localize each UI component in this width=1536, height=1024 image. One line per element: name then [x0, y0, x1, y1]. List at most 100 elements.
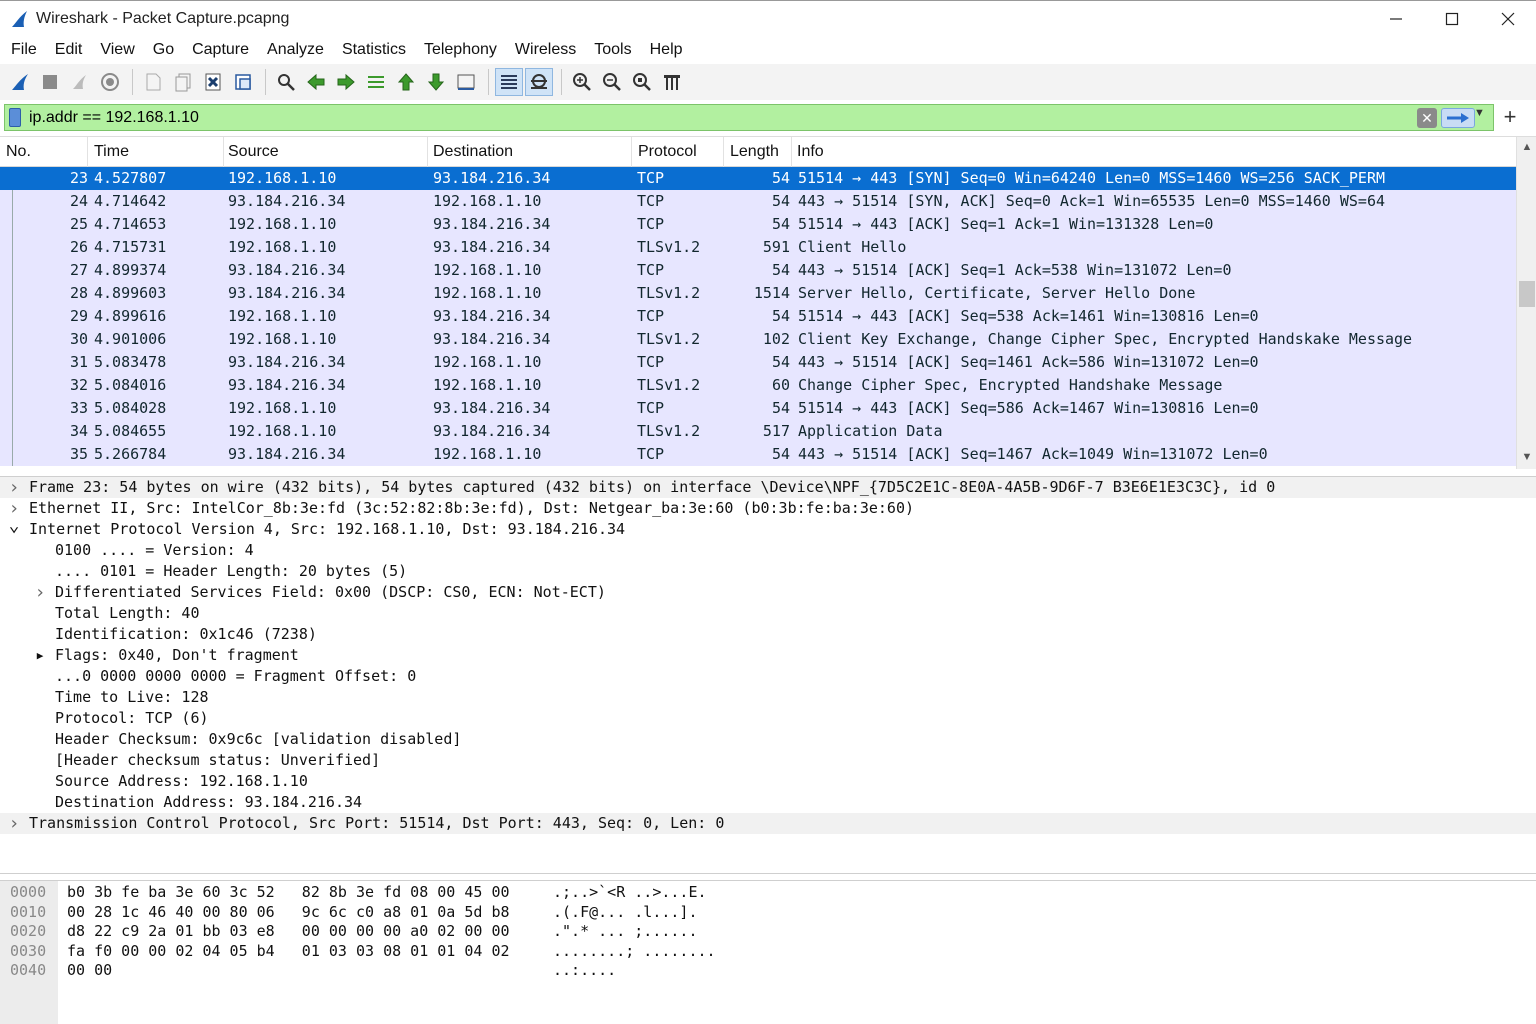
menu-go[interactable]: Go — [144, 37, 183, 63]
menu-analyze[interactable]: Analyze — [258, 37, 333, 63]
add-filter-button[interactable]: + — [1500, 104, 1520, 130]
menu-edit[interactable]: Edit — [46, 37, 92, 63]
scroll-down-icon[interactable]: ▼ — [1520, 451, 1534, 465]
open-file-icon[interactable] — [139, 68, 167, 96]
go-forward-icon[interactable] — [332, 68, 360, 96]
menu-capture[interactable]: Capture — [183, 37, 258, 63]
expand-arrow-icon[interactable]: ▶ — [33, 645, 47, 666]
packet-row[interactable]: 35 5.266784 93.184.216.34 192.168.1.10 TCP 54… — [0, 443, 1516, 466]
menu-telephony[interactable]: Telephony — [415, 37, 506, 63]
detail-tree-item[interactable]: ⌄ Internet Protocol Version 4, Src: 192.1… — [0, 515, 1536, 540]
column-header-no[interactable]: No. — [0, 137, 88, 167]
column-header-info[interactable]: Info — [791, 137, 1516, 167]
detail-tree-item[interactable]: Total Length: 40 — [0, 603, 1536, 624]
column-header-time[interactable]: Time — [88, 137, 224, 167]
restart-capture-icon[interactable] — [66, 68, 94, 96]
cell-info: 51514 → 443 [ACK] Seq=586 Ack=1467 Win=1… — [798, 399, 1259, 417]
byte-hex: 00 00 — [67, 961, 113, 979]
column-header-length[interactable]: Length — [724, 137, 792, 167]
menu-help[interactable]: Help — [641, 37, 692, 63]
detail-tree-item[interactable]: ▶ Flags: 0x40, Don't fragment — [0, 645, 1536, 666]
column-header-destination[interactable]: Destination — [427, 137, 632, 167]
cell-time: 5.084028 — [94, 399, 167, 417]
detail-tree-item[interactable]: 0100 .... = Version: 4 — [0, 540, 1536, 561]
detail-tree-item[interactable]: › Transmission Control Protocol, Src Port… — [0, 813, 1536, 834]
bytes-row[interactable]: 0010 00 28 1c 46 40 00 80 06 9c 6c c0 a8 … — [0, 902, 1000, 922]
menu-statistics[interactable]: Statistics — [333, 37, 415, 63]
packet-row[interactable]: 34 5.084655 192.168.1.10 93.184.216.34 TLSv1… — [0, 420, 1516, 443]
filter-bookmark-icon[interactable] — [9, 108, 21, 127]
bytes-row[interactable]: 0040 00 00..:.... — [0, 960, 1000, 980]
stop-capture-icon[interactable] — [36, 68, 64, 96]
resize-columns-icon[interactable] — [658, 68, 686, 96]
cell-time: 4.899374 — [94, 261, 167, 279]
zoom-normal-icon[interactable] — [628, 68, 656, 96]
detail-tree-item[interactable]: Identification: 0x1c46 (7238) — [0, 624, 1536, 645]
detail-tree-item[interactable]: › Ethernet II, Src: IntelCor_8b:3e:fd (3c… — [0, 498, 1536, 519]
detail-tree-item[interactable]: › Differentiated Services Field: 0x00 (DS… — [0, 582, 1536, 603]
go-back-icon[interactable] — [302, 68, 330, 96]
column-header-source[interactable]: Source — [222, 137, 428, 167]
zoom-in-icon[interactable] — [568, 68, 596, 96]
packet-row[interactable]: 29 4.899616 192.168.1.10 93.184.216.34 TCP 54… — [0, 305, 1516, 328]
clear-filter-icon[interactable]: ✕ — [1417, 108, 1437, 128]
scroll-up-icon[interactable]: ▲ — [1520, 141, 1534, 155]
capture-options-icon[interactable] — [96, 68, 124, 96]
detail-tree-item[interactable]: Protocol: TCP (6) — [0, 708, 1536, 729]
detail-tree-item[interactable]: [Header checksum status: Unverified] — [0, 750, 1536, 771]
packet-row[interactable]: 32 5.084016 93.184.216.34 192.168.1.10 TLSv1… — [0, 374, 1516, 397]
colorize-icon[interactable] — [495, 68, 523, 96]
packet-row[interactable]: 30 4.901006 192.168.1.10 93.184.216.34 TLSv1… — [0, 328, 1516, 351]
collapse-arrow-icon[interactable]: ⌄ — [7, 515, 21, 536]
detail-tree-item[interactable]: ...0 0000 0000 0000 = Fragment Offset: 0 — [0, 666, 1536, 687]
detail-tree-item[interactable]: .... 0101 = Header Length: 20 bytes (5) — [0, 561, 1536, 582]
packet-row[interactable]: 25 4.714653 192.168.1.10 93.184.216.34 TCP 54… — [0, 213, 1516, 236]
packet-row[interactable]: 23 4.527807 192.168.1.10 93.184.216.34 TCP 54… — [0, 167, 1516, 190]
auto-resize-icon[interactable] — [525, 68, 553, 96]
expand-arrow-icon[interactable]: › — [7, 813, 21, 834]
packet-row[interactable]: 31 5.083478 93.184.216.34 192.168.1.10 TCP 54… — [0, 351, 1516, 374]
detail-tree-item[interactable]: Header Checksum: 0x9c6c [validation disa… — [0, 729, 1536, 750]
zoom-out-icon[interactable] — [598, 68, 626, 96]
menu-wireless[interactable]: Wireless — [506, 37, 585, 63]
column-header-protocol[interactable]: Protocol — [632, 137, 724, 167]
go-to-packet-icon[interactable] — [362, 68, 390, 96]
apply-filter-icon[interactable] — [1441, 108, 1475, 128]
go-first-icon[interactable] — [392, 68, 420, 96]
detail-tree-item[interactable]: › Frame 23: 54 bytes on wire (432 bits), … — [0, 477, 1536, 498]
menu-tools[interactable]: Tools — [585, 37, 640, 63]
expand-arrow-icon[interactable]: › — [7, 477, 21, 498]
save-file-icon[interactable] — [169, 68, 197, 96]
packet-row[interactable]: 27 4.899374 93.184.216.34 192.168.1.10 TCP 54… — [0, 259, 1516, 282]
cell-source: 192.168.1.10 — [228, 307, 337, 325]
packet-row[interactable]: 33 5.084028 192.168.1.10 93.184.216.34 TCP 54… — [0, 397, 1516, 420]
start-capture-icon[interactable] — [6, 68, 34, 96]
detail-text: Time to Live: 128 — [55, 688, 209, 706]
close-file-icon[interactable] — [199, 68, 227, 96]
expand-arrow-icon[interactable]: › — [33, 582, 47, 603]
packet-row[interactable]: 24 4.714642 93.184.216.34 192.168.1.10 TCP 54… — [0, 190, 1516, 213]
find-packet-icon[interactable] — [272, 68, 300, 96]
packet-row[interactable]: 28 4.899603 93.184.216.34 192.168.1.10 TLSv1… — [0, 282, 1516, 305]
minimize-button[interactable] — [1368, 1, 1424, 37]
display-filter-input[interactable] — [29, 106, 1409, 129]
auto-scroll-icon[interactable] — [452, 68, 480, 96]
scrollbar-thumb[interactable] — [1519, 281, 1535, 307]
detail-tree-item[interactable]: Destination Address: 93.184.216.34 — [0, 792, 1536, 813]
packet-list-scrollbar[interactable]: ▲ ▼ — [1516, 137, 1536, 469]
bytes-row[interactable]: 0020 d8 22 c9 2a 01 bb 03 e8 00 00 00 00 … — [0, 921, 1000, 941]
detail-text: Source Address: 192.168.1.10 — [55, 772, 308, 790]
filter-dropdown-icon[interactable]: ▼ — [1474, 107, 1488, 123]
bytes-row[interactable]: 0000 b0 3b fe ba 3e 60 3c 52 82 8b 3e fd … — [0, 882, 1000, 902]
cell-source: 93.184.216.34 — [228, 284, 346, 302]
maximize-button[interactable] — [1424, 1, 1480, 37]
menu-view[interactable]: View — [91, 37, 143, 63]
bytes-row[interactable]: 0030 fa f0 00 00 02 04 05 b4 01 03 03 08 … — [0, 941, 1000, 961]
packet-row[interactable]: 26 4.715731 192.168.1.10 93.184.216.34 TLSv1… — [0, 236, 1516, 259]
detail-tree-item[interactable]: Time to Live: 128 — [0, 687, 1536, 708]
close-button[interactable] — [1480, 1, 1536, 37]
go-last-icon[interactable] — [422, 68, 450, 96]
reload-file-icon[interactable] — [229, 68, 257, 96]
detail-tree-item[interactable]: Source Address: 192.168.1.10 — [0, 771, 1536, 792]
menu-file[interactable]: File — [2, 37, 46, 63]
